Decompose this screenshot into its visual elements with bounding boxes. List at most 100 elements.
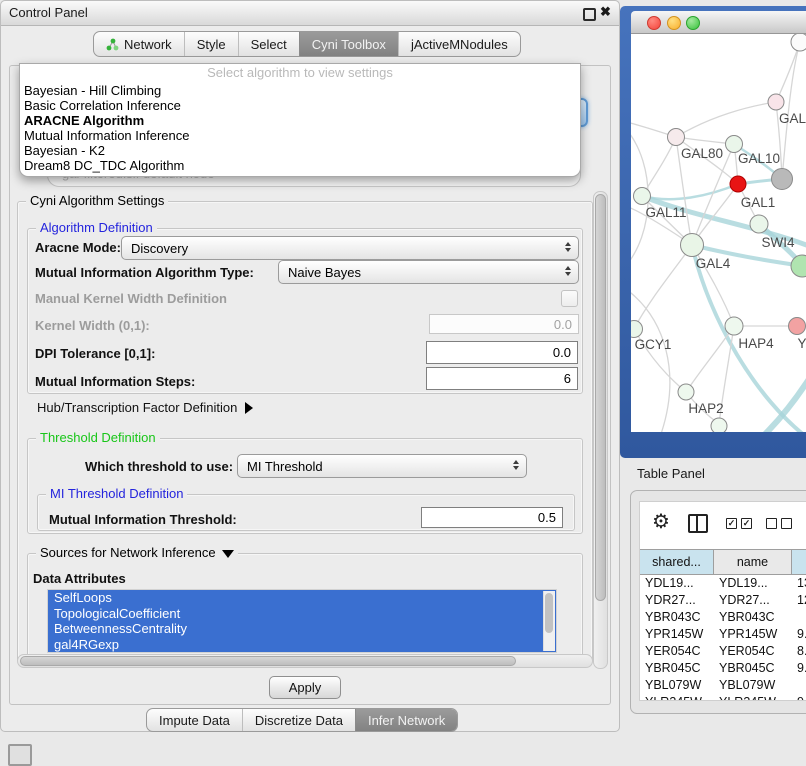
network-node[interactable] (791, 34, 806, 51)
tab-jactivemnodules[interactable]: jActiveMNodules (398, 32, 520, 56)
network-svg: GALGAL80GAL10GAL1GAL11SWI4GAL4GCY1HAP4YH… (631, 34, 806, 432)
close-traffic-light-icon[interactable] (647, 16, 661, 30)
network-node-gal11[interactable] (634, 188, 651, 205)
table-row[interactable]: YDL19...YDL19...13 (640, 574, 806, 591)
network-node-gal[interactable] (768, 94, 784, 110)
close-icon[interactable]: ✖ (600, 4, 611, 20)
float-window-icon[interactable] (583, 8, 596, 21)
table-cell: YER054C (714, 644, 792, 658)
network-node-gal80[interactable] (668, 129, 685, 146)
network-edge (642, 137, 676, 196)
network-node-gal1[interactable] (730, 176, 746, 192)
table-cell: 13 (792, 576, 806, 590)
node-label-y: Y (797, 336, 806, 351)
split-columns-icon[interactable] (688, 514, 708, 533)
tab-discretize-data[interactable]: Discretize Data (242, 709, 355, 731)
threshold-definition-title: Threshold Definition (36, 430, 160, 445)
column-header-name[interactable]: name (714, 550, 792, 574)
network-node[interactable] (772, 169, 793, 190)
table-row[interactable]: YLR345WYLR345W9. (640, 693, 806, 701)
tab-infer-network[interactable]: Infer Network (355, 709, 457, 731)
manual-kernel-checkbox[interactable] (561, 290, 578, 307)
tab-impute-data[interactable]: Impute Data (147, 709, 242, 731)
table-header-row: shared...name (640, 549, 806, 575)
settings-vertical-scrollbar[interactable] (593, 191, 608, 669)
sources-group-title[interactable]: Sources for Network Inference (36, 545, 238, 560)
kernel-width-field[interactable]: 0.0 (429, 314, 579, 334)
stepper-arrows-icon (513, 460, 519, 470)
tab-style[interactable]: Style (184, 32, 238, 56)
network-node-swi4[interactable] (750, 215, 768, 233)
network-node[interactable] (711, 418, 727, 432)
column-header-2[interactable] (792, 550, 806, 574)
minimize-traffic-light-icon[interactable] (667, 16, 681, 30)
table-panel-body: ⚙ ✓ ✓ shared...name YDL19...YDL19...13YD… (639, 501, 806, 701)
data-attribute-gal4rgexp[interactable]: gal4RGexp (48, 637, 556, 653)
table-row[interactable]: YPR145WYPR145W9. (640, 625, 806, 642)
algorithm-option-bayesian-k2[interactable]: Bayesian - K2 (20, 143, 580, 158)
dpi-tolerance-label: DPI Tolerance [0,1]: (35, 346, 155, 361)
unchecked-checkbox-icon[interactable] (781, 518, 792, 529)
network-node-hap4[interactable] (725, 317, 743, 335)
tab-label: Discretize Data (255, 713, 343, 728)
mi-type-label: Mutual Information Algorithm Type: (35, 265, 254, 280)
table-row[interactable]: YER054CYER054C8. (640, 642, 806, 659)
network-node-gal4[interactable] (681, 234, 704, 257)
table-panel-window: ⚙ ✓ ✓ shared...name YDL19...YDL19...13YD… (630, 490, 806, 714)
network-edge (676, 102, 776, 137)
algorithm-option-aracne-algorithm[interactable]: ARACNE Algorithm (20, 113, 580, 128)
node-label-gal4: GAL4 (696, 256, 731, 271)
unchecked-checkbox-icon[interactable] (766, 518, 777, 529)
tab-select[interactable]: Select (238, 32, 299, 56)
table-row[interactable]: YBL079WYBL079W (640, 676, 806, 693)
mi-threshold-field[interactable]: 0.5 (421, 507, 563, 528)
network-node-gal10[interactable] (726, 136, 743, 153)
aracne-mode-combo[interactable]: Discovery (121, 236, 579, 260)
mi-steps-field[interactable]: 6 (426, 367, 578, 390)
control-panel-titlebar[interactable]: Control Panel ✖ (1, 1, 619, 26)
which-threshold-combo[interactable]: MI Threshold (237, 454, 527, 478)
checked-checkbox-icon[interactable]: ✓ (726, 518, 737, 529)
sources-group-label: Sources for Network Inference (40, 545, 216, 560)
scrollbar-thumb[interactable] (20, 656, 516, 666)
network-node-y[interactable] (789, 318, 806, 335)
data-attributes-list[interactable]: SelfLoopsTopologicalCoefficientBetweenne… (47, 589, 557, 653)
settings-horizontal-scrollbar[interactable] (17, 654, 593, 668)
gear-icon[interactable]: ⚙ (652, 512, 670, 532)
network-node-hap2[interactable] (678, 384, 694, 400)
network-node-gcy1[interactable] (631, 321, 643, 338)
data-attribute-topologicalcoefficient[interactable]: TopologicalCoefficient (48, 606, 556, 622)
table-cell: 9. (792, 661, 806, 675)
table-cell: YBR043C (714, 610, 792, 624)
tab-cyni-toolbox[interactable]: Cyni Toolbox (299, 32, 398, 56)
tab-network[interactable]: Network (94, 32, 184, 56)
data-attribute-selfloops[interactable]: SelfLoops (48, 590, 556, 606)
network-view-window: GALGAL80GAL10GAL1GAL11SWI4GAL4GCY1HAP4YH… (620, 6, 806, 458)
which-threshold-label: Which threshold to use: (85, 459, 233, 474)
column-header-shared[interactable]: shared... (640, 550, 714, 574)
table-cell: YDL19... (640, 576, 714, 590)
node-label-gal10: GAL10 (738, 151, 780, 166)
scrollbar-thumb[interactable] (595, 194, 606, 601)
table-row[interactable]: YBR043CYBR043C (640, 608, 806, 625)
algorithm-option-bayesian-hill-climbing[interactable]: Bayesian - Hill Climbing (20, 83, 580, 98)
network-window-titlebar[interactable] (631, 11, 806, 34)
hub-definition-toggle[interactable]: Hub/Transcription Factor Definition (37, 400, 253, 415)
zoom-traffic-light-icon[interactable] (686, 16, 700, 30)
table-cell: 8. (792, 644, 806, 658)
mi-type-combo[interactable]: Naive Bayes (278, 260, 579, 284)
network-canvas[interactable]: GALGAL80GAL10GAL1GAL11SWI4GAL4GCY1HAP4YH… (631, 34, 806, 432)
minimized-window-icon[interactable] (8, 744, 32, 766)
table-row[interactable]: YBR045CYBR045C9. (640, 659, 806, 676)
algorithm-option-dream8-dc-tdc-algorithm[interactable]: Dream8 DC_TDC Algorithm (20, 158, 580, 173)
table-row[interactable]: YDR27...YDR27...12 (640, 591, 806, 608)
algorithm-option-mutual-information-inference[interactable]: Mutual Information Inference (20, 128, 580, 143)
algorithm-option-basic-correlation-inference[interactable]: Basic Correlation Inference (20, 98, 580, 113)
apply-button[interactable]: Apply (269, 676, 341, 699)
list-scrollbar[interactable] (543, 591, 555, 651)
table-cell: YDR27... (640, 593, 714, 607)
checked-checkbox-icon[interactable]: ✓ (741, 518, 752, 529)
mi-steps-label: Mutual Information Steps: (35, 374, 195, 389)
dpi-tolerance-field[interactable]: 0.0 (426, 341, 578, 364)
data-attribute-betweennesscentrality[interactable]: BetweennessCentrality (48, 621, 556, 637)
